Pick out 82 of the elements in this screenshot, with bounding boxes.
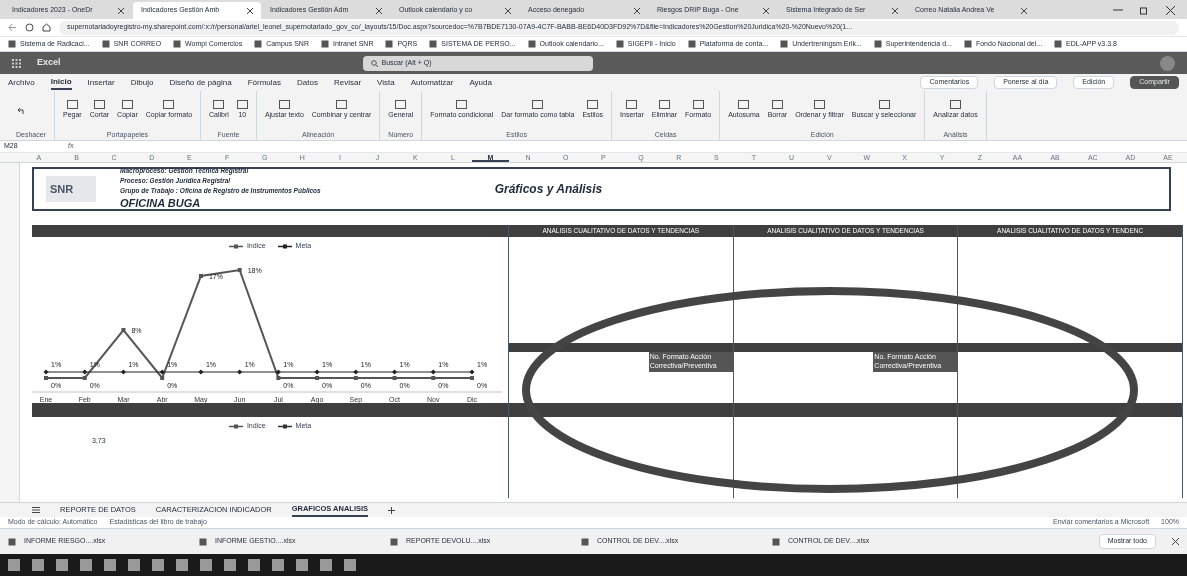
bookmark-icon bbox=[8, 40, 16, 48]
bookmark-icon bbox=[385, 40, 394, 48]
command-icon[interactable] bbox=[336, 100, 348, 109]
ribbon-tab[interactable]: Diseño de página bbox=[169, 75, 232, 90]
ribbon-tab[interactable]: Ayuda bbox=[469, 75, 492, 90]
legend-line-icon bbox=[228, 243, 243, 249]
file-icon bbox=[772, 537, 780, 546]
data-point bbox=[120, 369, 126, 374]
command-icon[interactable] bbox=[692, 100, 704, 109]
close-icon bbox=[763, 7, 769, 14]
close-icon bbox=[376, 7, 382, 14]
command-icon[interactable] bbox=[121, 100, 133, 109]
command-icon[interactable] bbox=[587, 100, 599, 109]
ribbon-tab[interactable]: Dibujo bbox=[130, 75, 154, 90]
data-point bbox=[198, 273, 203, 278]
command-icon[interactable] bbox=[771, 100, 783, 109]
data-point bbox=[198, 369, 204, 374]
bookmark-icon bbox=[101, 40, 110, 48]
ribbon-tab[interactable]: Vista bbox=[377, 75, 395, 90]
command-icon[interactable] bbox=[163, 100, 175, 109]
logo: SNR bbox=[46, 176, 96, 202]
close-icon bbox=[118, 7, 124, 14]
menu-icon[interactable] bbox=[32, 507, 40, 513]
undo-icon[interactable] bbox=[16, 105, 25, 115]
data-point bbox=[237, 267, 242, 272]
bookmark-icon bbox=[254, 40, 263, 48]
command-icon[interactable] bbox=[738, 100, 750, 109]
restore-icon[interactable] bbox=[1140, 6, 1149, 15]
command-icon[interactable] bbox=[93, 100, 105, 109]
legend-line-icon bbox=[277, 243, 292, 249]
file-icon bbox=[390, 537, 398, 546]
file-icon bbox=[199, 537, 207, 546]
sheet-title: Gráficos y Análisis bbox=[494, 181, 603, 198]
ribbon-tab[interactable]: Fórmulas bbox=[247, 75, 281, 90]
bookmark-icon bbox=[527, 40, 536, 48]
ribbon-tab[interactable]: Revisar bbox=[333, 75, 362, 90]
command-icon[interactable] bbox=[878, 100, 890, 109]
bookmark-icon bbox=[615, 40, 624, 48]
command-icon[interactable] bbox=[950, 100, 961, 109]
bookmark-icon bbox=[173, 40, 182, 48]
close-icon[interactable] bbox=[1172, 538, 1179, 545]
command-icon[interactable] bbox=[658, 100, 670, 109]
close-icon bbox=[1021, 7, 1027, 14]
back-icon[interactable] bbox=[8, 23, 17, 32]
close-icon[interactable] bbox=[1166, 6, 1175, 15]
add-icon[interactable] bbox=[388, 506, 396, 514]
command-icon[interactable] bbox=[278, 100, 290, 109]
close-icon bbox=[634, 7, 640, 14]
bookmark-icon bbox=[687, 40, 696, 48]
reload-icon[interactable] bbox=[25, 23, 34, 32]
bookmark-icon bbox=[320, 40, 329, 48]
app-name: Excel bbox=[37, 56, 61, 70]
command-icon[interactable] bbox=[626, 100, 638, 109]
command-icon[interactable] bbox=[532, 100, 544, 109]
command-icon[interactable] bbox=[395, 100, 407, 109]
close-icon bbox=[247, 7, 253, 14]
home-icon[interactable] bbox=[42, 23, 51, 32]
close-icon bbox=[505, 7, 511, 14]
app-launcher-icon[interactable] bbox=[12, 58, 21, 68]
file-icon bbox=[581, 537, 589, 546]
command-icon[interactable] bbox=[813, 100, 825, 109]
bookmark-icon bbox=[1054, 40, 1063, 48]
bookmark-icon bbox=[873, 40, 882, 48]
ribbon-tab[interactable]: Insertar bbox=[87, 75, 115, 90]
bookmark-icon bbox=[429, 40, 438, 48]
legend-line-icon bbox=[228, 423, 243, 429]
file-icon bbox=[8, 537, 16, 546]
ribbon-tab[interactable]: Datos bbox=[297, 75, 318, 90]
ribbon-tab[interactable]: Automatizar bbox=[410, 75, 454, 90]
command-icon[interactable] bbox=[236, 100, 248, 109]
bookmark-icon bbox=[963, 40, 972, 48]
search-icon bbox=[370, 59, 378, 67]
data-point bbox=[121, 327, 126, 332]
legend-line-icon bbox=[277, 423, 292, 429]
data-point bbox=[237, 369, 243, 374]
close-icon bbox=[892, 7, 898, 14]
command-icon[interactable] bbox=[66, 100, 78, 109]
ribbon-tab[interactable]: Archivo bbox=[8, 75, 35, 90]
command-icon[interactable] bbox=[456, 100, 468, 109]
bookmark-icon bbox=[780, 40, 789, 48]
office-name: OFICINA BUGA bbox=[120, 196, 202, 212]
command-icon[interactable] bbox=[213, 100, 225, 109]
